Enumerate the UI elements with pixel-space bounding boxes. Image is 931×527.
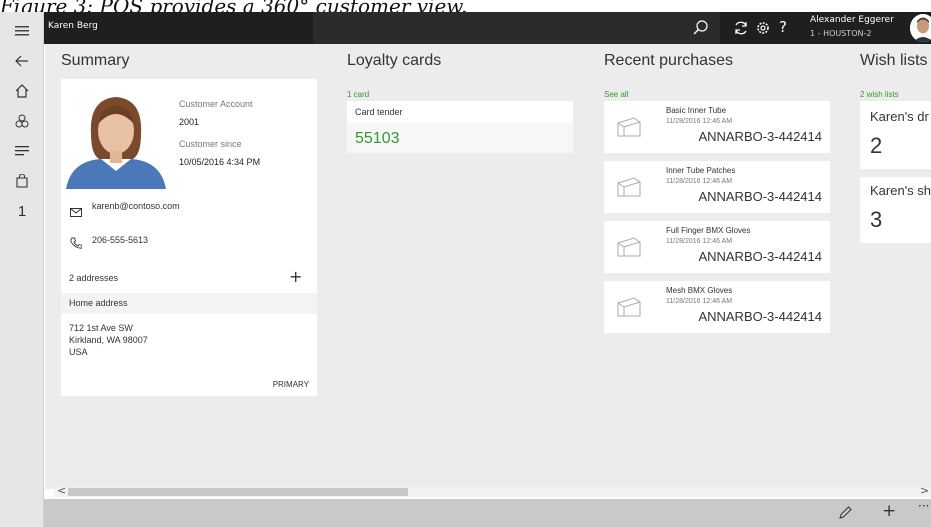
package-icon bbox=[616, 175, 642, 199]
wish-list-name: Karen's sh bbox=[870, 183, 931, 198]
left-nav-rail: 1 bbox=[0, 12, 44, 527]
add-address-plus-icon[interactable]: + bbox=[289, 267, 302, 286]
purchase-order-id: ANNARBO-3-442414 bbox=[698, 189, 822, 204]
refresh-icon[interactable] bbox=[733, 20, 749, 36]
figure-caption: Figure 3: POS provides a 360° customer v… bbox=[0, 0, 468, 12]
top-bar: Karen Berg ? Alexander Eggerer 1 - HOUST… bbox=[44, 12, 931, 44]
purchase-name: Inner Tube Patches bbox=[666, 166, 736, 175]
loyalty-count: 1 card bbox=[347, 90, 370, 99]
package-icon bbox=[616, 295, 642, 319]
user-name[interactable]: Alexander Eggerer bbox=[810, 15, 894, 25]
purchase-row[interactable]: Basic Inner Tube 11/28/2016 12:46 AM ANN… bbox=[604, 101, 830, 153]
wish-lists-count: 2 wish lists bbox=[860, 90, 899, 99]
purchase-order-id: ANNARBO-3-442414 bbox=[698, 129, 822, 144]
hamburger-icon[interactable] bbox=[0, 18, 44, 44]
address-line-3: USA bbox=[69, 347, 88, 357]
customer-photo bbox=[61, 79, 171, 189]
back-icon[interactable] bbox=[0, 48, 44, 74]
purchase-date: 11/28/2016 12:46 AM bbox=[666, 238, 733, 245]
purchase-order-id: ANNARBO-3-442414 bbox=[698, 249, 822, 264]
horizontal-scrollbar[interactable]: < > bbox=[54, 484, 931, 497]
wish-list-card[interactable]: Karen's sh 3 bbox=[860, 177, 931, 243]
more-icon[interactable]: ··· bbox=[918, 499, 929, 513]
purchase-row[interactable]: Mesh BMX Gloves 11/28/2016 12:46 AM ANNA… bbox=[604, 281, 830, 333]
purchase-name: Full Finger BMX Gloves bbox=[666, 226, 751, 235]
account-number: 2001 bbox=[179, 117, 200, 127]
recent-purchases-heading: Recent purchases bbox=[604, 52, 733, 69]
mail-icon bbox=[70, 202, 82, 221]
scroll-thumb[interactable] bbox=[68, 488, 408, 496]
package-icon bbox=[616, 115, 642, 139]
scroll-left-arrow-icon[interactable]: < bbox=[57, 484, 66, 497]
address-type: Home address bbox=[69, 298, 128, 308]
purchase-row[interactable]: Inner Tube Patches 11/28/2016 12:46 AM A… bbox=[604, 161, 830, 213]
user-store: 1 - HOUSTON-2 bbox=[810, 29, 872, 38]
address-line-2: Kirkland, WA 98007 bbox=[69, 335, 148, 345]
address-line-1: 712 1st Ave SW bbox=[69, 323, 133, 333]
user-avatar[interactable] bbox=[910, 14, 931, 42]
transactions-icon[interactable] bbox=[0, 138, 44, 164]
wish-list-name: Karen's dr bbox=[870, 109, 929, 124]
cart-icon[interactable] bbox=[0, 168, 44, 194]
customer-title: Karen Berg bbox=[48, 21, 98, 31]
purchase-name: Mesh BMX Gloves bbox=[666, 286, 733, 295]
summary-heading: Summary bbox=[61, 52, 130, 69]
purchase-name: Basic Inner Tube bbox=[666, 106, 727, 115]
customer-since-value: 10/05/2016 4:34 PM bbox=[179, 157, 261, 167]
settings-icon[interactable] bbox=[755, 20, 771, 36]
summary-card: Customer Account 2001 Customer since 10/… bbox=[61, 79, 317, 396]
primary-tag: PRIMARY bbox=[272, 380, 309, 389]
loyalty-card-label: Card tender bbox=[355, 107, 403, 117]
help-icon[interactable]: ? bbox=[779, 18, 787, 36]
purchase-date: 11/28/2016 12:46 AM bbox=[666, 178, 733, 185]
search-input[interactable] bbox=[313, 12, 720, 44]
customer-email[interactable]: karenb@contoso.com bbox=[92, 201, 180, 211]
loyalty-card-number: 55103 bbox=[355, 130, 400, 147]
wish-lists-heading: Wish lists bbox=[860, 52, 928, 69]
customer-phone[interactable]: 206-555-5613 bbox=[92, 235, 148, 245]
home-icon[interactable] bbox=[0, 78, 44, 104]
addresses-link[interactable]: 2 addresses bbox=[69, 273, 118, 283]
wish-list-count: 2 bbox=[870, 133, 883, 158]
loyalty-heading: Loyalty cards bbox=[347, 52, 442, 69]
account-label: Customer Account bbox=[179, 99, 253, 109]
products-icon[interactable] bbox=[0, 108, 44, 134]
customer-details-canvas: Summary Customer Account 2001 Customer s… bbox=[45, 44, 931, 489]
purchase-date: 11/28/2016 12:46 AM bbox=[666, 118, 733, 125]
wish-list-count: 3 bbox=[870, 207, 883, 232]
edit-icon[interactable] bbox=[838, 505, 852, 525]
purchase-date: 11/28/2016 12:46 AM bbox=[666, 298, 733, 305]
package-icon bbox=[616, 235, 642, 259]
see-all-link[interactable]: See all bbox=[604, 90, 628, 99]
search-icon[interactable] bbox=[692, 19, 710, 37]
customer-since-label: Customer since bbox=[179, 139, 242, 149]
purchase-row[interactable]: Full Finger BMX Gloves 11/28/2016 12:46 … bbox=[604, 221, 830, 273]
scroll-right-arrow-icon[interactable]: > bbox=[920, 484, 929, 497]
loyalty-card[interactable]: Card tender 55103 bbox=[347, 101, 573, 153]
purchase-order-id: ANNARBO-3-442414 bbox=[698, 309, 822, 324]
home-address-row[interactable]: Home address bbox=[61, 293, 317, 314]
add-icon[interactable]: + bbox=[882, 501, 896, 521]
wish-list-card[interactable]: Karen's dr 2 bbox=[860, 101, 931, 169]
cart-count: 1 bbox=[17, 202, 27, 220]
bottom-app-bar: + ··· bbox=[44, 499, 931, 527]
phone-icon bbox=[70, 234, 83, 253]
